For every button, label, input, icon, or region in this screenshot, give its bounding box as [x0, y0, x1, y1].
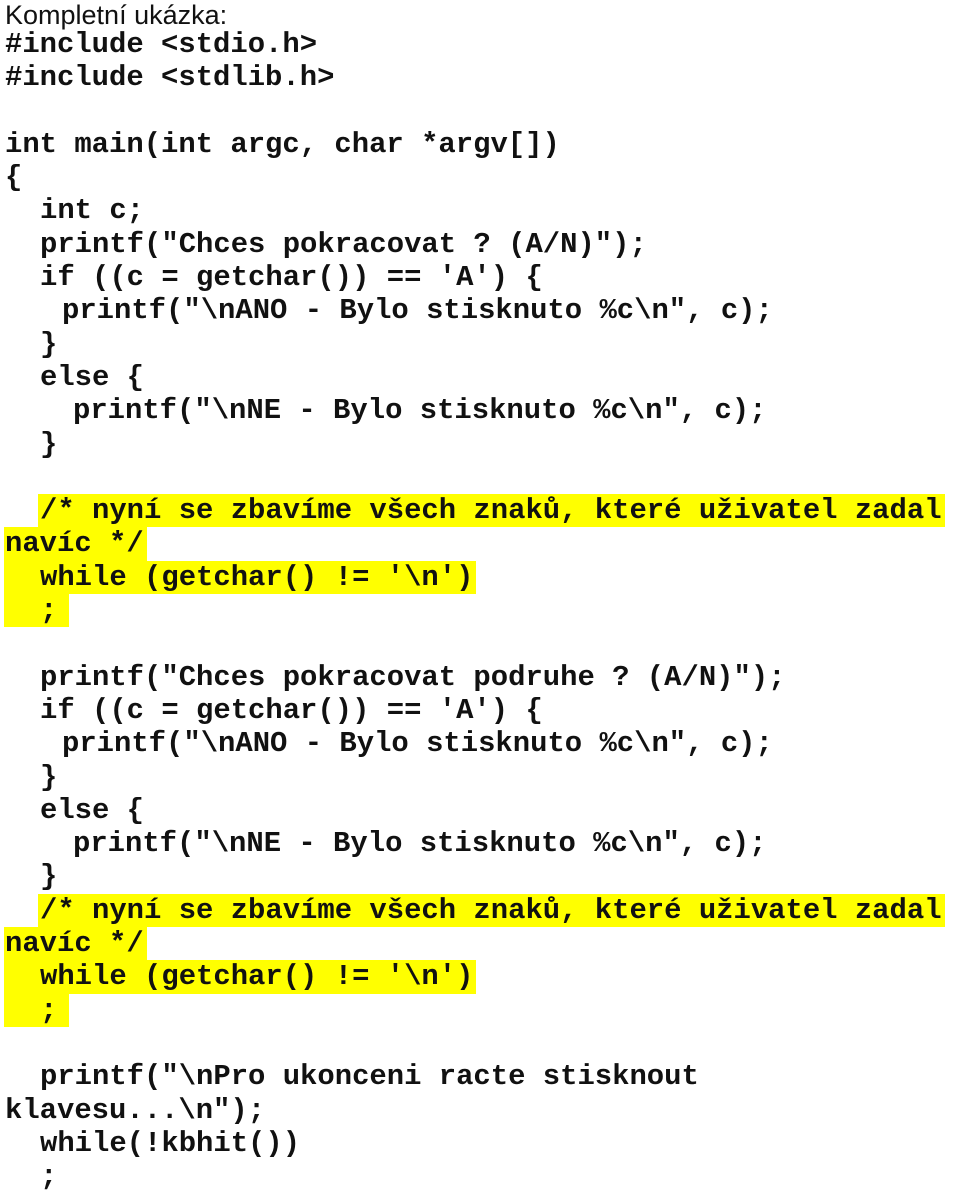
code-line-if-2: if ((c = getchar()) == 'A') { — [40, 693, 543, 727]
code-line-open-brace: { — [5, 161, 23, 195]
code-line-if-body-1: printf("\nANO - Bylo stisknuto %c\n", c)… — [62, 294, 773, 328]
slide-heading: Kompletní ukázka: — [5, 0, 228, 30]
code-line-close-else-1: } — [40, 427, 58, 461]
code-line-include-stdio: #include <stdio.h> — [5, 28, 318, 61]
code-line-kbhit-loop: while(!kbhit()) — [40, 1126, 301, 1160]
code-line-close-if-1: } — [40, 327, 58, 361]
code-line-if-body-2: printf("\nANO - Bylo stisknuto %c\n", c)… — [62, 727, 773, 761]
highlight-semicolon-line: ; — [4, 993, 70, 1027]
code-line-exit-printf-1: printf("\nPro ukonceni racte stisknout — [40, 1060, 699, 1094]
code-line-else-1: else { — [40, 360, 145, 394]
code-line-close-if-2: } — [40, 760, 58, 794]
code-line-else-2: else { — [40, 793, 145, 827]
code-listing: #include <stdio.h> #include <stdlib.h> i… — [0, 28, 960, 1193]
highlight-comment-line-1: /* nyní se zbavíme všech znaků, které už… — [38, 893, 945, 928]
code-line-if-1: if ((c = getchar()) == 'A') { — [40, 261, 543, 295]
highlight-comment-line-2: navíc */ — [4, 927, 147, 961]
highlight-comment-line-2: navíc */ — [4, 527, 147, 561]
highlight-while-line: while (getchar() != '\n') — [4, 960, 477, 994]
code-line-main-signature: int main(int argc, char *argv[]) — [5, 127, 560, 161]
code-line-else-body-1: printf("\nNE - Bylo stisknuto %c\n", c); — [73, 394, 767, 428]
code-line-close-else-2: } — [40, 860, 58, 894]
code-line-include-stdlib: #include <stdlib.h> — [5, 61, 335, 95]
code-line-else-body-2: printf("\nNE - Bylo stisknuto %c\n", c); — [73, 827, 767, 861]
highlight-semicolon-line: ; — [4, 594, 70, 628]
code-line-exit-printf-2: klavesu...\n"); — [5, 1093, 266, 1127]
code-line-prompt-2: printf("Chces pokracovat podruhe ? (A/N)… — [40, 660, 786, 694]
highlight-while-line: while (getchar() != '\n') — [4, 560, 477, 595]
highlight-comment-line-1: /* nyní se zbavíme všech znaků, které už… — [38, 494, 945, 528]
code-line-declaration: int c; — [40, 194, 145, 228]
code-line-prompt-1: printf("Chces pokracovat ? (A/N)"); — [40, 227, 647, 261]
highlighted-flush-block-1: /* nyní se zbavíme všech znaků, které už… — [0, 494, 960, 628]
highlighted-flush-block-2: /* nyní se zbavíme všech znaků, které už… — [0, 893, 960, 1027]
code-line-kbhit-semicolon: ; — [40, 1160, 58, 1193]
